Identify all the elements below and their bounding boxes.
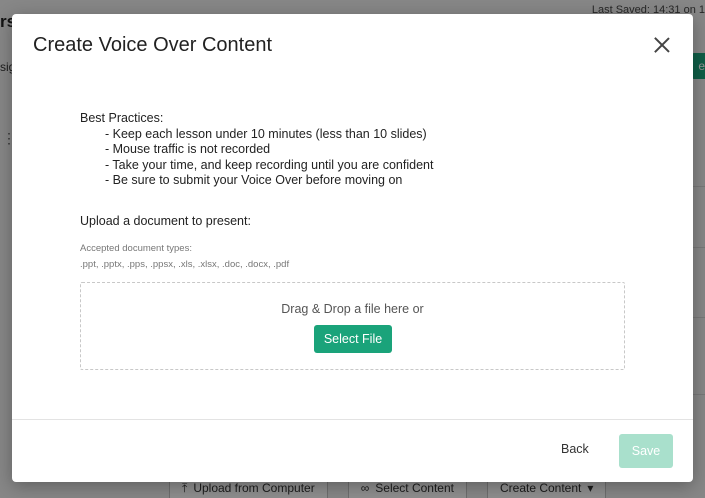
best-practices-heading: Best Practices: bbox=[80, 111, 164, 125]
file-dropzone[interactable]: Drag & Drop a file here or Select File bbox=[80, 282, 625, 370]
list-item: Take your time, and keep recording until… bbox=[105, 158, 433, 174]
close-icon[interactable] bbox=[653, 36, 671, 54]
dropzone-text: Drag & Drop a file here or bbox=[281, 302, 424, 316]
list-item: Mouse traffic is not recorded bbox=[105, 142, 433, 158]
accepted-types-list: .ppt, .pptx, .pps, .ppsx, .xls, .xlsx, .… bbox=[80, 259, 290, 270]
create-voice-over-dialog: Create Voice Over Content Best Practices… bbox=[12, 14, 693, 482]
select-file-button[interactable]: Select File bbox=[314, 325, 392, 353]
best-practices-list: Keep each lesson under 10 minutes (less … bbox=[80, 127, 433, 189]
upload-document-label: Upload a document to present: bbox=[80, 214, 251, 228]
best-practices: Best Practices: Keep each lesson under 1… bbox=[80, 111, 433, 189]
dialog-title: Create Voice Over Content bbox=[33, 34, 273, 56]
list-item: Keep each lesson under 10 minutes (less … bbox=[105, 127, 433, 143]
back-button[interactable]: Back bbox=[561, 442, 589, 456]
save-button[interactable]: Save bbox=[619, 434, 673, 468]
footer-divider bbox=[12, 419, 693, 420]
list-item: Be sure to submit your Voice Over before… bbox=[105, 173, 433, 189]
accepted-types-info: Accepted document types: .ppt, .pptx, .p… bbox=[80, 241, 289, 273]
accepted-types-heading: Accepted document types: bbox=[80, 243, 192, 254]
